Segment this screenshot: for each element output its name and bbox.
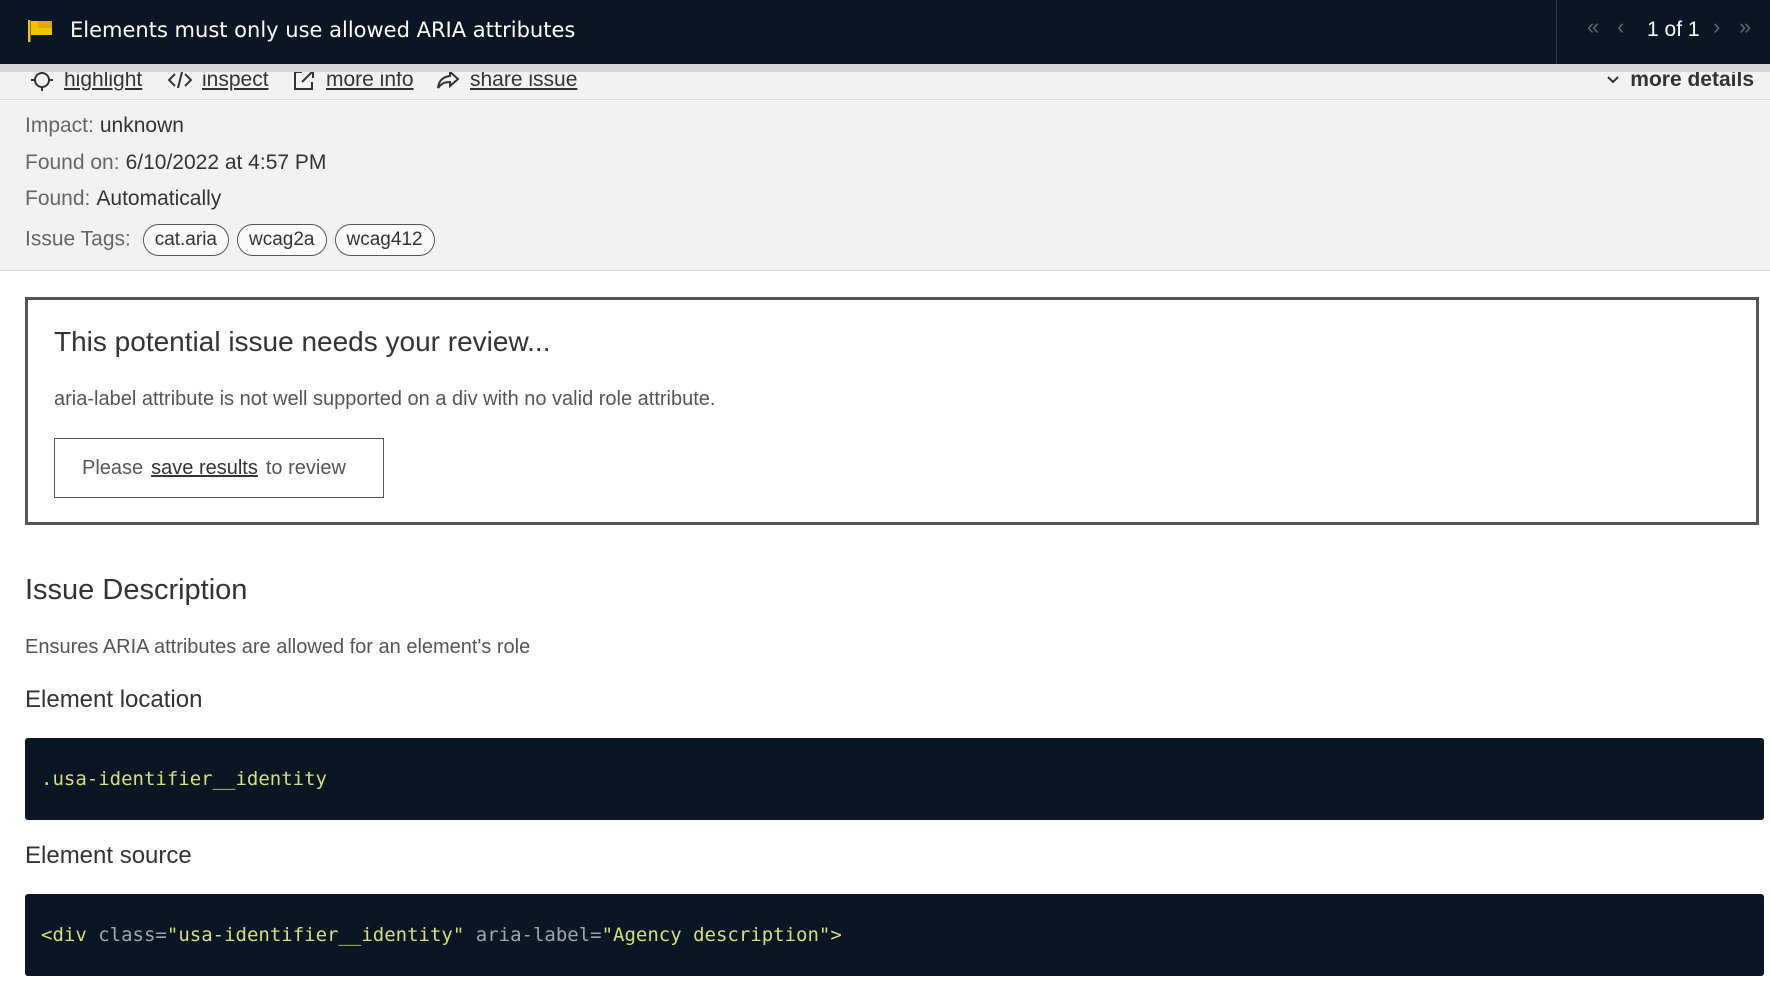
flag-icon: [28, 20, 52, 42]
issue-toolbar: highlight inspect more info share issue …: [0, 72, 1770, 100]
element-source-code[interactable]: <div class = "usa-identifier__identity" ar…: [25, 894, 1764, 976]
issue-description-text: Ensures ARIA attributes are allowed for …: [25, 636, 531, 658]
more-details-toggle[interactable]: more details: [1604, 72, 1754, 92]
found-on-row: Found on: 6/10/2022 at 4:57 PM: [25, 151, 327, 174]
issue-title: Elements must only use allowed ARIA attr…: [70, 18, 576, 42]
tag-badge: wcag2a: [237, 224, 327, 256]
element-location-heading: Element location: [25, 686, 203, 713]
page-count: 1 of 1: [1647, 18, 1700, 41]
highlight-button[interactable]: highlight: [30, 72, 142, 92]
element-source-heading: Element source: [25, 842, 192, 869]
review-notice: This potential issue needs your review..…: [25, 297, 1759, 525]
code-icon: [168, 72, 192, 89]
last-page-icon[interactable]: »: [1739, 14, 1751, 40]
tag-badge: cat.aria: [142, 224, 229, 256]
issue-meta: Impact: unknown Found on: 6/10/2022 at 4:5…: [0, 100, 1770, 271]
issue-description-heading: Issue Description: [25, 574, 248, 606]
chevron-down-icon: [1607, 76, 1619, 84]
previous-page-icon[interactable]: ‹: [1617, 14, 1624, 40]
tag-badge: wcag412: [334, 224, 435, 256]
more-info-button[interactable]: more info: [292, 72, 414, 92]
first-page-icon[interactable]: «: [1587, 14, 1599, 40]
share-icon: [437, 72, 460, 89]
external-link-icon: [294, 72, 314, 90]
issue-tags: cat.aria wcag2a wcag412: [142, 224, 435, 256]
next-page-icon[interactable]: ›: [1713, 14, 1720, 40]
header-divider: [0, 64, 1770, 72]
issue-pager: « ‹ 1 of 1 › »: [1556, 0, 1770, 64]
highlight-icon: [31, 72, 53, 91]
review-text: aria-label attribute is not well support…: [54, 388, 716, 410]
save-results-link[interactable]: save results: [151, 457, 258, 480]
impact-row: Impact: unknown: [25, 114, 184, 137]
issue-tags-row: Issue Tags: cat.aria wcag2a wcag412: [25, 224, 435, 256]
element-location-code[interactable]: .usa-identifier__identity: [25, 738, 1764, 820]
save-results-box: Please save results to review: [54, 438, 384, 498]
inspect-button[interactable]: inspect: [168, 72, 269, 92]
found-row: Found: Automatically: [25, 187, 222, 210]
issue-header: Elements must only use allowed ARIA attr…: [0, 0, 1770, 64]
review-title: This potential issue needs your review..…: [54, 326, 551, 357]
share-issue-button[interactable]: share issue: [436, 72, 577, 92]
